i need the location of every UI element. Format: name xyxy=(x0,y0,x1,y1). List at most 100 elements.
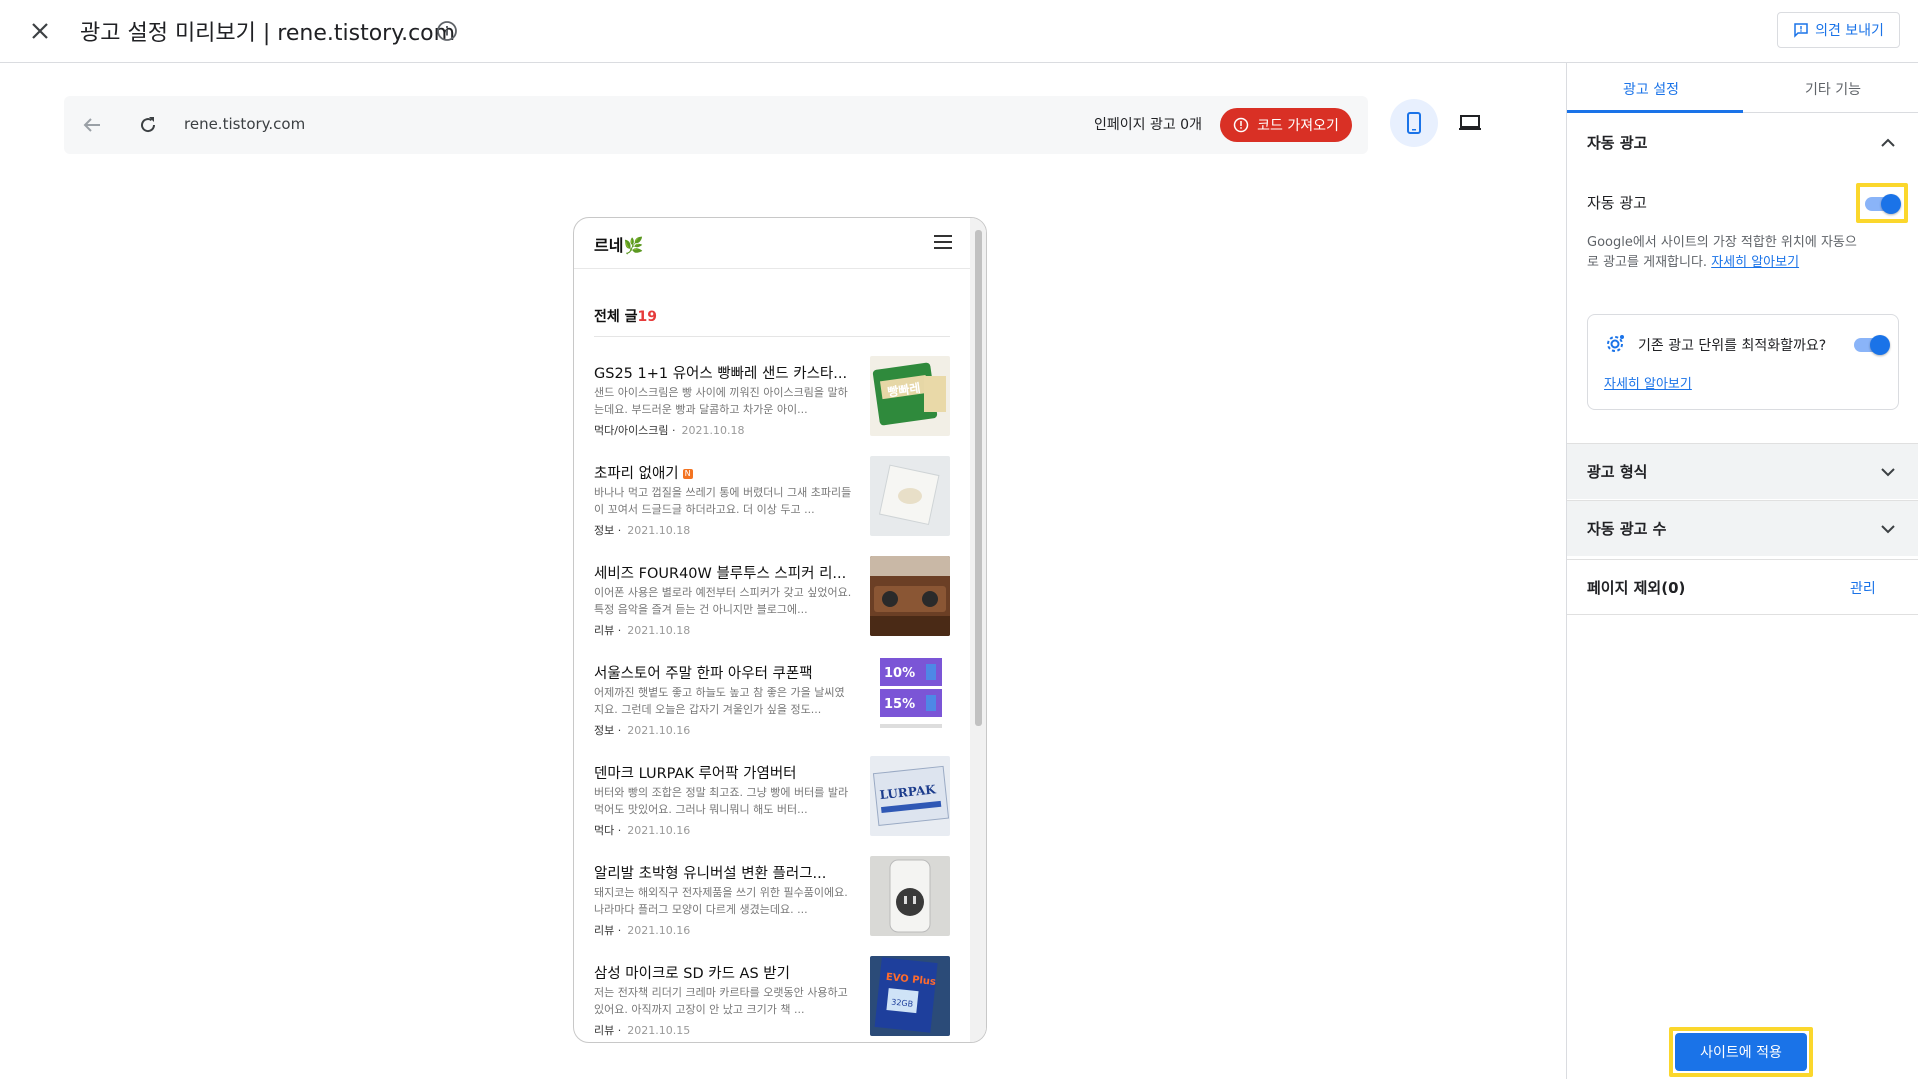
optimize-card: 기존 광고 단위를 최적화할까요? 자세히 알아보기 xyxy=(1587,314,1899,410)
post-date: 2021.10.18 xyxy=(627,524,691,537)
post-item[interactable]: 덴마크 LURPAK 루어팍 가염버터 버터와 빵의 조합은 정말 최고죠. 그… xyxy=(594,756,950,844)
reload-icon[interactable] xyxy=(136,113,160,137)
post-meta: 정보 · 2021.10.18 xyxy=(594,524,691,537)
tab-ad-settings[interactable]: 광고 설정 xyxy=(1623,79,1679,99)
get-code-label: 코드 가져오기 xyxy=(1257,118,1339,134)
back-arrow-icon[interactable] xyxy=(80,113,104,137)
post-meta: 정보 · 2021.10.16 xyxy=(594,724,691,737)
optimize-gear-icon xyxy=(1604,333,1626,355)
info-icon[interactable] xyxy=(436,20,458,42)
coupon-10-label: 10% xyxy=(884,666,915,681)
post-excerpt: 이어폰 사용은 별로라 예전부터 스피커가 갖고 싶었어요. 특정 음악을 즐겨… xyxy=(594,586,852,616)
manage-link[interactable]: 관리 xyxy=(1850,578,1876,598)
post-date: 2021.10.18 xyxy=(627,624,691,637)
post-thumbnail xyxy=(870,556,950,636)
post-category: 먹다 xyxy=(594,824,615,837)
post-title: 알리발 초박형 유니버설 변환 플러그... xyxy=(594,866,827,882)
post-item[interactable]: 서울스토어 주말 한파 아우터 쿠폰팩 어제까진 햇볕도 좋고 하늘도 높고 참… xyxy=(594,656,950,744)
learn-more-link[interactable]: 자세히 알아보기 xyxy=(1711,255,1799,270)
post-item[interactable]: 초파리 없애기 N 바나나 먹고 껍질을 쓰레기 통에 버렸더니 그새 초파리들이… xyxy=(594,456,950,544)
tab-other-features[interactable]: 기타 기능 xyxy=(1805,79,1861,99)
optimize-question: 기존 광고 단위를 최적화할까요? xyxy=(1638,338,1827,354)
get-code-button[interactable]: 코드 가져오기 xyxy=(1220,108,1352,142)
feedback-icon xyxy=(1794,23,1808,38)
post-item[interactable]: 삼성 마이크로 SD 카드 AS 받기 저는 전자책 리더기 크레마 카르타를 … xyxy=(594,956,950,1042)
top-bar: 광고 설정 미리보기 | rene.tistory.com 의견 보내기 xyxy=(0,0,1918,63)
preview-url: rene.tistory.com xyxy=(184,115,306,133)
post-thumbnail: LURPAK xyxy=(870,756,950,836)
auto-ads-section-header[interactable]: 자동 광고 xyxy=(1567,115,1918,171)
optimize-learn-more-link[interactable]: 자세히 알아보기 xyxy=(1604,373,1692,392)
mobile-device-icon[interactable] xyxy=(1390,99,1438,147)
tab-underline xyxy=(1567,110,1743,113)
blog-name[interactable]: 르네🌿 xyxy=(594,232,643,256)
post-excerpt: 돼지코는 해외직구 전자제품을 쓰기 위한 필수품이에요. 나라마다 플러그 모… xyxy=(594,886,848,916)
post-item[interactable]: 세비즈 FOUR40W 블루투스 스피커 리... 이어폰 사용은 별로라 예전… xyxy=(594,556,950,644)
post-excerpt: 어제까진 햇볕도 좋고 하늘도 높고 참 좋은 가을 날씨였지요. 그런데 오늘… xyxy=(594,686,845,716)
post-thumbnail: EVO Plus 32GB xyxy=(870,956,950,1036)
divider xyxy=(594,336,950,337)
alert-icon xyxy=(1233,117,1249,133)
post-thumbnail: 10% 15% xyxy=(870,656,950,736)
auto-ads-label: 자동 광고 xyxy=(1587,194,1647,212)
post-title: 초파리 없애기 N xyxy=(594,462,864,483)
ad-load-section-header[interactable]: 자동 광고 수 xyxy=(1567,500,1918,556)
ad-formats-title: 광고 형식 xyxy=(1587,463,1648,481)
preview-url-bar: rene.tistory.com 인페이지 광고 0개 코드 가져오기 xyxy=(64,96,1368,154)
new-badge-icon: N xyxy=(682,469,693,479)
auto-ads-toggle[interactable] xyxy=(1865,194,1901,214)
post-title: 삼성 마이크로 SD 카드 AS 받기 xyxy=(594,966,790,982)
post-excerpt: 저는 전자책 리더기 크레마 카르타를 오랫동안 사용하고 있어요. 아직까지 … xyxy=(594,986,848,1016)
close-icon[interactable] xyxy=(26,17,54,45)
desktop-device-icon[interactable] xyxy=(1446,99,1494,147)
post-item[interactable]: GS25 1+1 유어스 빵빠레 샌드 카스타... 샌드 아이스크림은 빵 사… xyxy=(594,356,950,444)
post-meta: 먹다 · 2021.10.16 xyxy=(594,824,691,837)
post-excerpt: 샌드 아이스크림은 빵 사이에 끼워진 아이스크림을 말하는데요. 부드러운 빵… xyxy=(594,386,848,416)
post-item[interactable]: 알리발 초박형 유니버설 변환 플러그... 돼지코는 해외직구 전자제품을 쓰… xyxy=(594,856,950,944)
auto-ads-description: Google에서 사이트의 가장 적합한 위치에 자동으로 광고를 게재합니다.… xyxy=(1587,233,1857,273)
post-thumbnail xyxy=(870,456,950,536)
coupon-15-label: 15% xyxy=(884,697,915,712)
chevron-down-icon xyxy=(1878,519,1898,539)
all-posts-label: 전체 글 xyxy=(594,309,638,325)
post-date: 2021.10.16 xyxy=(627,824,691,837)
inpage-ad-count: 인페이지 광고 0개 xyxy=(1094,117,1202,133)
post-meta: 먹다/아이스크림 · 2021.10.18 xyxy=(594,424,745,437)
ad-formats-section-header[interactable]: 광고 형식 xyxy=(1567,443,1918,499)
post-meta: 리뷰 · 2021.10.15 xyxy=(594,1024,691,1037)
post-category: 리뷰 xyxy=(594,624,615,637)
post-title-text: 초파리 없애기 xyxy=(594,466,679,482)
toggle-knob xyxy=(1870,335,1890,355)
post-title: GS25 1+1 유어스 빵빠레 샌드 카스타... xyxy=(594,366,848,382)
mobile-preview-frame: 르네🌿 전체 글19 GS25 1+1 유어스 빵빠레 샌드 카스타... 샌드… xyxy=(573,217,987,1043)
post-thumbnail xyxy=(870,856,950,936)
post-category: 리뷰 xyxy=(594,1024,615,1037)
post-meta: 리뷰 · 2021.10.18 xyxy=(594,624,691,637)
settings-panel: 광고 설정 기타 기능 자동 광고 자동 광고 Google에서 사이트의 가장… xyxy=(1566,63,1918,1079)
blog-header: 르네🌿 xyxy=(574,218,970,269)
panel-tabs: 광고 설정 기타 기능 xyxy=(1567,63,1918,113)
all-posts-heading: 전체 글19 xyxy=(594,306,657,326)
post-category: 먹다/아이스크림 xyxy=(594,424,669,437)
all-posts-count: 19 xyxy=(637,309,657,325)
feedback-button[interactable]: 의견 보내기 xyxy=(1777,12,1900,48)
page-exclusions-title: 페이지 제외(0) xyxy=(1587,579,1686,597)
chevron-down-icon xyxy=(1878,462,1898,482)
post-category: 리뷰 xyxy=(594,924,615,937)
page-title: 광고 설정 미리보기 | rene.tistory.com xyxy=(80,21,456,46)
page-exclusions-row: 페이지 제외(0) 관리 xyxy=(1567,559,1918,615)
hamburger-menu-icon[interactable] xyxy=(934,235,952,251)
post-meta: 리뷰 · 2021.10.16 xyxy=(594,924,691,937)
post-category: 정보 xyxy=(594,524,615,537)
post-date: 2021.10.16 xyxy=(627,924,691,937)
post-excerpt: 바나나 먹고 껍질을 쓰레기 통에 버렸더니 그새 초파리들이 꼬여서 드글드글… xyxy=(594,486,852,516)
apply-to-site-button[interactable]: 사이트에 적용 xyxy=(1675,1033,1807,1071)
scroll-thumb[interactable] xyxy=(975,230,982,726)
preview-scrollbar[interactable] xyxy=(970,218,986,1042)
feedback-label: 의견 보내기 xyxy=(1815,23,1884,39)
ad-load-title: 자동 광고 수 xyxy=(1587,520,1667,538)
chevron-up-icon xyxy=(1878,133,1898,153)
auto-ads-section-title: 자동 광고 xyxy=(1587,134,1648,152)
optimize-toggle[interactable] xyxy=(1854,335,1890,355)
post-title: 세비즈 FOUR40W 블루투스 스피커 리... xyxy=(594,566,847,582)
